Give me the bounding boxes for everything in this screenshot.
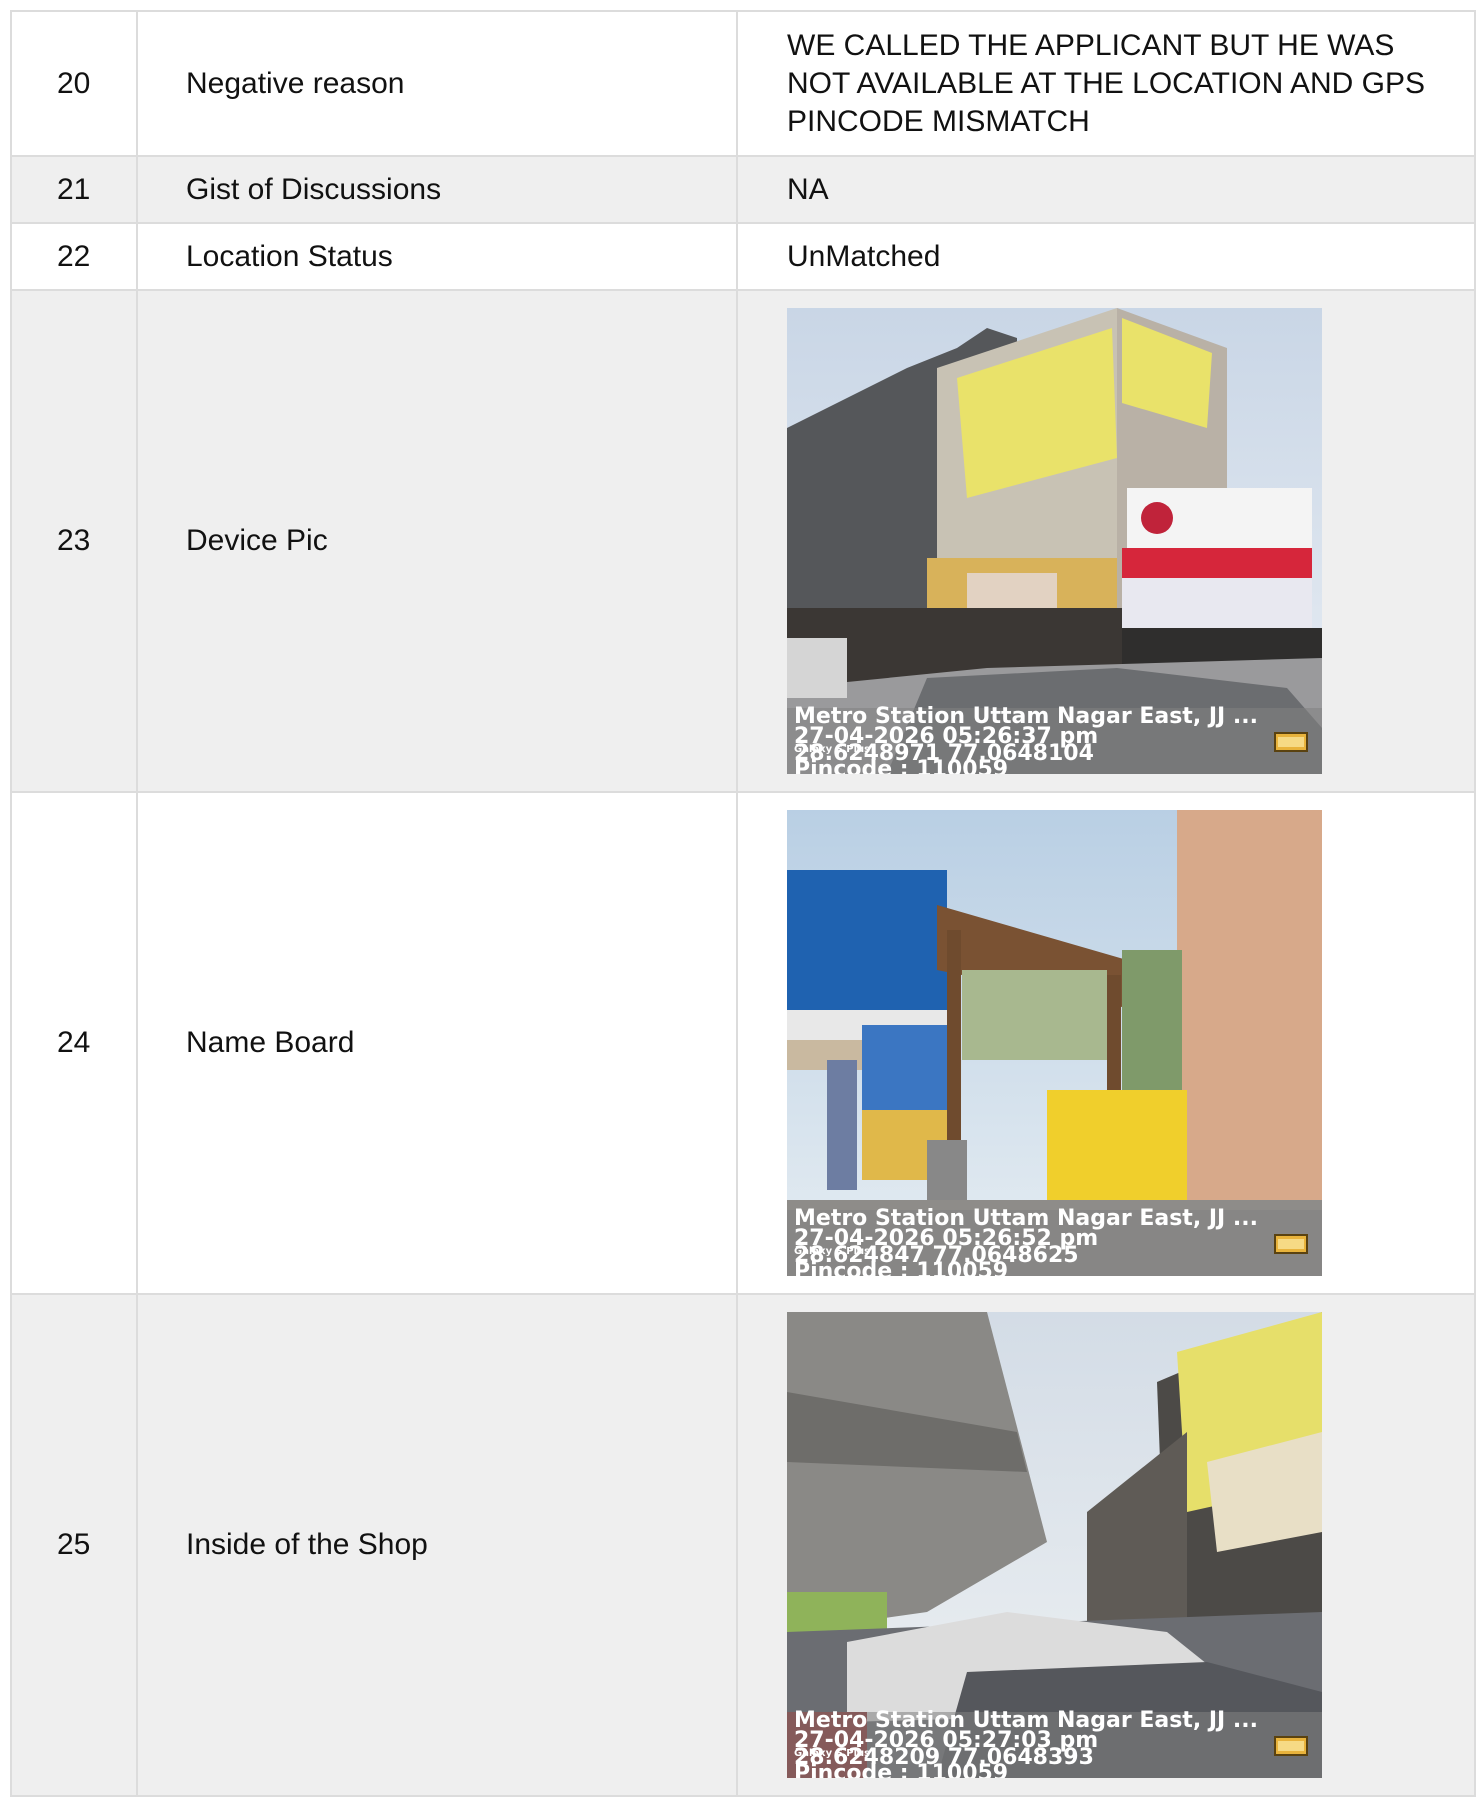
row-number: 20 (10, 10, 138, 157)
photo-overlay: Metro Station Uttam Nagar East, JJ ... 2… (787, 1708, 1322, 1778)
row-value: UnMatched (736, 222, 1476, 291)
row-photo-cell: Metro Station Uttam Nagar East, JJ ... 2… (736, 1293, 1476, 1797)
row-number: 24 (10, 791, 138, 1295)
film-stamp-icon (1274, 1234, 1308, 1254)
row-label: Inside of the Shop (136, 1293, 738, 1797)
film-stamp-icon (1274, 732, 1308, 752)
photo-overlay: Metro Station Uttam Nagar East, JJ ... 2… (787, 1206, 1322, 1276)
row-label: Location Status (136, 222, 738, 291)
table-row: 25 Inside of the Shop Metro Station Utta… (10, 1293, 1476, 1797)
table-row: 21 Gist of Discussions NA (10, 155, 1476, 224)
table-row: 20 Negative reason WE CALLED THE APPLICA… (10, 10, 1476, 157)
row-photo-cell: Metro Station Uttam Nagar East, JJ ... 2… (736, 791, 1476, 1295)
table-row: 24 Name Board Metro Station Uttam Nagar … (10, 791, 1476, 1295)
row-number: 25 (10, 1293, 138, 1797)
overlay-pincode: Pincode : 110059 (794, 1259, 1009, 1276)
details-table: 20 Negative reason WE CALLED THE APPLICA… (10, 10, 1476, 1797)
overlay-pincode: Pincode : 110059 (794, 757, 1009, 774)
row-label: Device Pic (136, 289, 738, 793)
row-label: Negative reason (136, 10, 738, 157)
report-table-container: 20 Negative reason WE CALLED THE APPLICA… (10, 10, 1476, 1797)
film-stamp-icon (1274, 1736, 1308, 1756)
row-number: 23 (10, 289, 138, 793)
name-board-photo[interactable]: Metro Station Uttam Nagar East, JJ ... 2… (787, 810, 1322, 1276)
row-label: Gist of Discussions (136, 155, 738, 224)
row-label: Name Board (136, 791, 738, 1295)
table-row: 23 Device Pic Metro Station Uttam Nagar … (10, 289, 1476, 793)
row-photo-cell: Metro Station Uttam Nagar East, JJ ... 2… (736, 289, 1476, 793)
device-photo[interactable]: Metro Station Uttam Nagar East, JJ ... 2… (787, 308, 1322, 774)
table-row: 22 Location Status UnMatched (10, 222, 1476, 291)
inside-shop-photo[interactable]: Metro Station Uttam Nagar East, JJ ... 2… (787, 1312, 1322, 1778)
row-number: 21 (10, 155, 138, 224)
photo-overlay: Metro Station Uttam Nagar East, JJ ... 2… (787, 704, 1322, 774)
row-number: 22 (10, 222, 138, 291)
row-value: WE CALLED THE APPLICANT BUT HE WAS NOT A… (736, 10, 1476, 157)
overlay-pincode: Pincode : 110059 (794, 1761, 1009, 1778)
row-value: NA (736, 155, 1476, 224)
